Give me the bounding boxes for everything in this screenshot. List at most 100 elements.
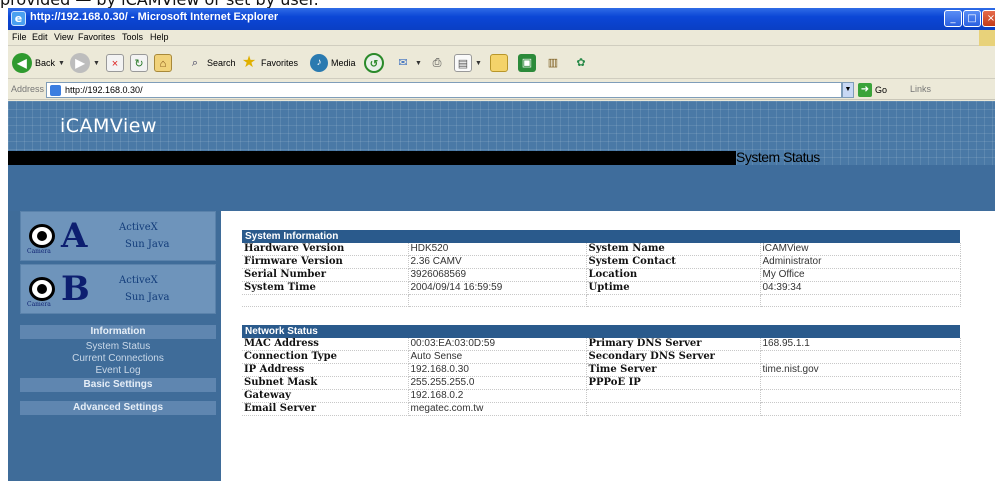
- field-label: [586, 402, 761, 416]
- field-label: MAC Address: [242, 338, 409, 351]
- sidebar-item-system-status[interactable]: System Status: [20, 341, 216, 352]
- address-dropdown-button[interactable]: ▼: [842, 82, 854, 98]
- document-caption: provided — by iCAMView or set by user.: [0, 0, 995, 8]
- refresh-icon: ↻: [130, 54, 148, 72]
- search-button[interactable]: ⌕ Search: [186, 51, 236, 75]
- history-button[interactable]: ↺: [364, 51, 384, 75]
- ie-icon: e: [11, 11, 26, 26]
- sidebar-item-event-log[interactable]: Event Log: [20, 365, 216, 376]
- field-value: 2.36 CAMV: [408, 255, 587, 269]
- main-panel: System Information Hardware Version HDK5…: [232, 224, 982, 481]
- media-label: Media: [331, 58, 356, 68]
- back-button[interactable]: ◀ Back ▼: [12, 51, 65, 75]
- table-row: MAC Address 00:03:EA:03:0D:59 Primary DN…: [242, 338, 961, 351]
- table-row: System Time 2004/09/14 16:59:59 Uptime 0…: [242, 281, 961, 295]
- home-button[interactable]: ⌂: [154, 51, 172, 75]
- go-label: Go: [875, 85, 888, 95]
- messenger-button[interactable]: ▣: [518, 51, 536, 75]
- system-information-title: System Information: [242, 230, 960, 243]
- home-icon: ⌂: [154, 54, 172, 72]
- links-button[interactable]: Links: [910, 84, 931, 94]
- folder-icon: [490, 54, 508, 72]
- mail-button[interactable]: ✉ ▼: [394, 51, 422, 75]
- empty-cell: [586, 294, 761, 307]
- field-label: Firmware Version: [242, 255, 409, 269]
- page-content: iCAMView System Status A Camera ActiveX …: [8, 101, 995, 481]
- table-row: Connection Type Auto Sense Secondary DNS…: [242, 350, 961, 364]
- search-icon: ⌕: [191, 57, 199, 69]
- edit-button[interactable]: ▤ ▼: [454, 51, 482, 75]
- stop-icon: ×: [106, 54, 124, 72]
- maximize-button[interactable]: □: [963, 10, 981, 27]
- stop-button[interactable]: ×: [106, 51, 124, 75]
- sidebar-item-current-connections[interactable]: Current Connections: [20, 353, 216, 364]
- forward-button[interactable]: ▶ ▼: [70, 51, 100, 75]
- camera-b-sunjava-link[interactable]: Sun Java: [125, 292, 170, 303]
- minimize-button[interactable]: _: [944, 10, 962, 27]
- page-icon: [50, 85, 61, 96]
- field-label: Subnet Mask: [242, 376, 409, 390]
- address-url: http://192.168.0.30/: [65, 85, 143, 95]
- network-status-title: Network Status: [242, 325, 960, 338]
- browser-window: e http://192.168.0.30/ - Microsoft Inter…: [8, 8, 995, 481]
- favorites-label: Favorites: [261, 58, 299, 68]
- sidebar-heading-information[interactable]: Information: [20, 325, 216, 339]
- brand-logo: iCAMView: [60, 115, 158, 137]
- forward-arrow-icon: ▶: [70, 53, 90, 73]
- research-button[interactable]: ▥: [544, 51, 562, 75]
- field-label: Serial Number: [242, 268, 409, 282]
- address-bar: Address http://192.168.0.30/ ▼ ➜ Go Link…: [8, 80, 995, 100]
- menu-edit[interactable]: Edit: [32, 32, 48, 42]
- menu-file[interactable]: File: [12, 32, 27, 42]
- menu-view[interactable]: View: [54, 32, 73, 42]
- back-label: Back: [35, 58, 56, 68]
- close-button[interactable]: ×: [982, 10, 995, 27]
- field-value: 192.168.0.30: [408, 363, 587, 377]
- camera-a-sunjava-link[interactable]: Sun Java: [125, 239, 170, 250]
- toolbar: ◀ Back ▼ ▶ ▼ × ↻ ⌂ ⌕ Search ★ Favorites …: [8, 47, 995, 79]
- field-value: iCAMView: [760, 243, 961, 256]
- menu-help[interactable]: Help: [150, 32, 169, 42]
- folder-button[interactable]: [490, 51, 508, 75]
- field-label: PPPoE IP: [586, 376, 761, 390]
- field-label: Location: [586, 268, 761, 282]
- field-value: [760, 350, 961, 364]
- sidebar-heading-advanced-settings[interactable]: Advanced Settings: [20, 401, 216, 415]
- window-title: http://192.168.0.30/ - Microsoft Interne…: [30, 11, 279, 23]
- menu-favorites[interactable]: Favorites: [78, 32, 115, 42]
- sidebar-heading-basic-settings[interactable]: Basic Settings: [20, 378, 216, 392]
- discuss-button[interactable]: ✿: [572, 51, 590, 75]
- discuss-icon: ✿: [576, 57, 586, 69]
- camera-eye-icon: [29, 224, 55, 248]
- go-button[interactable]: ➜ Go: [858, 83, 887, 97]
- favorites-button[interactable]: ★ Favorites: [240, 51, 298, 75]
- table-row: Hardware Version HDK520 System Name iCAM…: [242, 243, 961, 256]
- camera-a-activex-link[interactable]: ActiveX: [119, 222, 158, 233]
- system-information-panel: System Information Hardware Version HDK5…: [242, 230, 961, 307]
- field-value: Auto Sense: [408, 350, 587, 364]
- menu-tools[interactable]: Tools: [122, 32, 143, 42]
- camera-b-activex-link[interactable]: ActiveX: [119, 275, 158, 286]
- table-row: Subnet Mask 255.255.255.0 PPPoE IP: [242, 376, 961, 390]
- field-value: 192.168.0.2: [408, 389, 587, 403]
- star-icon: ★: [241, 54, 257, 71]
- messenger-icon: ▣: [518, 54, 536, 72]
- header-band: [8, 165, 995, 211]
- edit-icon: ▤: [454, 54, 472, 72]
- field-value: [760, 376, 961, 390]
- media-button[interactable]: ♪ Media: [310, 51, 356, 75]
- menu-bar: File Edit View Favorites Tools Help: [8, 30, 995, 46]
- field-label: [586, 389, 761, 403]
- refresh-button[interactable]: ↻: [130, 51, 148, 75]
- camera-b-panel: B Camera ActiveX Sun Java: [20, 264, 216, 314]
- network-status-table: MAC Address 00:03:EA:03:0D:59 Primary DN…: [242, 338, 961, 416]
- empty-cell: [408, 294, 587, 307]
- print-button[interactable]: ⎙: [428, 51, 446, 75]
- chevron-down-icon: ▼: [415, 59, 422, 67]
- page-title: System Status: [736, 149, 820, 165]
- field-label: Uptime: [586, 281, 761, 295]
- header-divider: [8, 151, 736, 165]
- address-label: Address: [11, 84, 45, 94]
- address-input[interactable]: http://192.168.0.30/: [46, 82, 842, 98]
- chevron-down-icon: ▼: [93, 59, 100, 67]
